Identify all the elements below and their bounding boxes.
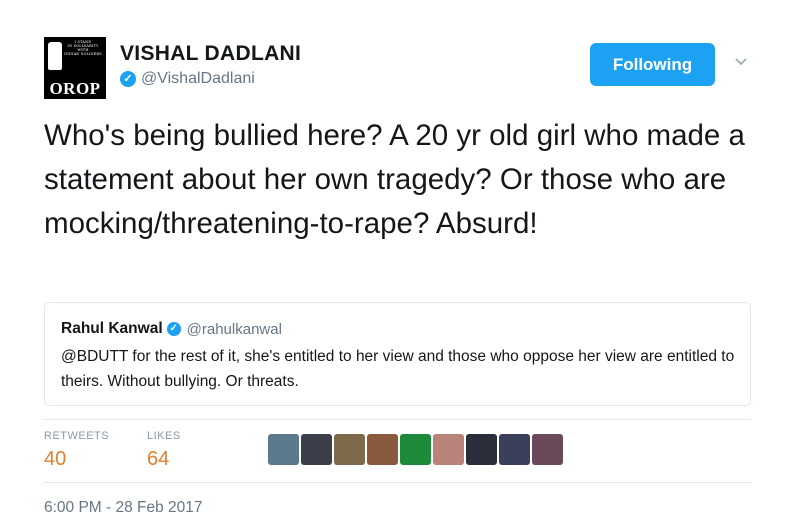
chevron-down-icon[interactable] — [735, 55, 747, 67]
author-handle-row: ✓ @VishalDadlani — [120, 70, 255, 88]
author-name[interactable]: VISHAL DADLANI — [120, 42, 301, 66]
quoted-tweet-card[interactable]: Rahul Kanwal ✓ @rahulkanwal @BDUTT for t… — [44, 302, 751, 406]
verified-badge-icon: ✓ — [120, 71, 136, 87]
avatar-slogan: I STAND IN SOLIDARITY WITH INDIAN SOLDIE… — [64, 40, 102, 56]
author-handle[interactable]: @VishalDadlani — [141, 70, 255, 88]
liker-avatar-1[interactable] — [268, 434, 299, 465]
liker-avatar-7[interactable] — [466, 434, 497, 465]
likes-stat[interactable]: LIKES 64 — [147, 430, 181, 471]
retweets-label: RETWEETS — [44, 430, 110, 442]
liker-avatar-9[interactable] — [532, 434, 563, 465]
quoted-author-name: Rahul Kanwal — [61, 320, 163, 337]
liker-avatar-6[interactable] — [433, 434, 464, 465]
liker-avatar-4[interactable] — [367, 434, 398, 465]
liker-avatar-3[interactable] — [334, 434, 365, 465]
quoted-verified-badge-icon: ✓ — [166, 322, 181, 336]
following-button[interactable]: Following — [590, 43, 715, 86]
divider-top — [44, 419, 752, 420]
avatar-orop-text: OROP — [49, 79, 101, 98]
liker-avatar-8[interactable] — [499, 434, 530, 465]
liker-avatar-2[interactable] — [301, 434, 332, 465]
retweets-stat[interactable]: RETWEETS 40 — [44, 430, 109, 471]
quoted-tweet-text: @BDUTT for the rest of it, she's entitle… — [61, 348, 735, 390]
liker-avatar-5[interactable] — [400, 434, 431, 465]
author-avatar[interactable]: I STAND IN SOLIDARITY WITH INDIAN SOLDIE… — [44, 37, 106, 99]
raised-fist-icon — [48, 42, 63, 70]
likes-label: LIKES — [147, 430, 181, 442]
divider-bottom — [44, 482, 752, 483]
likes-count: 64 — [147, 448, 170, 470]
tweet-timestamp[interactable]: 6:00 PM - 28 Feb 2017 — [44, 499, 203, 517]
quoted-tweet-header: Rahul Kanwal ✓ @rahulkanwal — [61, 320, 282, 338]
retweets-count: 40 — [44, 448, 67, 470]
avatar-graphic: I STAND IN SOLIDARITY WITH INDIAN SOLDIE… — [46, 40, 104, 70]
liker-avatars — [268, 434, 563, 465]
tweet-text: Who's being bullied here? A 20 yr old gi… — [44, 119, 745, 240]
quoted-author-handle: @rahulkanwal — [186, 320, 282, 338]
